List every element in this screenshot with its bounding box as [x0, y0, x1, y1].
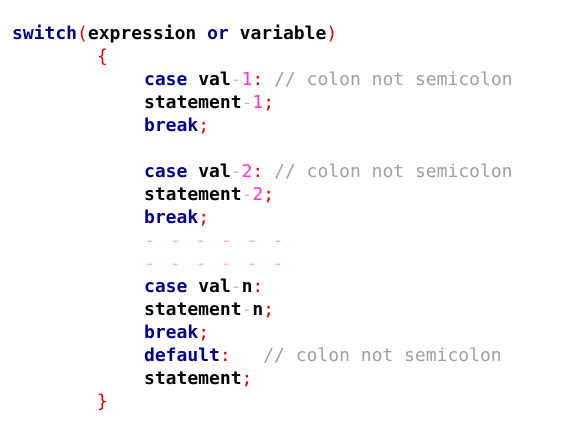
case-n-line: case val-n: [144, 275, 263, 298]
case-keyword: case [144, 69, 188, 90]
statement-word: statement [144, 184, 242, 205]
case-value: val [198, 69, 231, 90]
statement-number: 2 [252, 184, 264, 205]
case-comment: // colon not semicolon [274, 69, 513, 90]
case-number: 2 [241, 161, 253, 182]
expression-word: expression [87, 23, 197, 44]
dash-row: - - - - - - [144, 230, 286, 251]
statement-dash: - [241, 299, 253, 320]
case-2-line: case val-2: // colon not semicolon [144, 160, 513, 183]
statement-n-line: statement-n; [144, 298, 274, 321]
statement-word: statement [144, 92, 242, 113]
case-number: 1 [241, 69, 253, 90]
break-n-line: break; [144, 321, 209, 344]
case-colon: : [252, 276, 264, 297]
break-keyword: break [144, 115, 199, 136]
case-keyword: case [144, 161, 188, 182]
default-line: default: // colon not semicolon [144, 344, 502, 367]
case-n: n [241, 276, 253, 297]
case-dash: - [230, 69, 242, 90]
default-statement-line: statement; [144, 367, 252, 390]
open-brace-line: { [97, 45, 108, 68]
close-paren: ) [326, 23, 338, 44]
case-comment: // colon not semicolon [274, 161, 513, 182]
statement-1-line: statement-1; [144, 91, 274, 114]
case-colon: : [252, 69, 264, 90]
statement-semicolon: ; [263, 92, 275, 113]
open-paren: ( [77, 23, 88, 44]
open-brace: { [97, 46, 108, 67]
statement-semicolon: ; [263, 184, 275, 205]
or-keyword: or [207, 23, 229, 44]
code-block: switch(expression or variable) { case va… [0, 0, 583, 430]
statement-dash: - [241, 184, 253, 205]
break-2-line: break; [144, 206, 209, 229]
case-1-line: case val-1: // colon not semicolon [144, 68, 513, 91]
switch-keyword: switch [12, 23, 78, 44]
case-keyword: case [144, 276, 188, 297]
variable-word: variable [239, 23, 327, 44]
case-colon: : [252, 161, 264, 182]
statement-n: n [252, 299, 264, 320]
statement-semicolon: ; [241, 368, 253, 389]
statement-2-line: statement-2; [144, 183, 274, 206]
case-dash: - [230, 161, 242, 182]
break-keyword: break [144, 207, 199, 228]
statement-semicolon: ; [263, 299, 275, 320]
break-semicolon: ; [198, 115, 210, 136]
case-dash: - [230, 276, 242, 297]
default-keyword: default [144, 345, 220, 366]
close-brace: } [97, 391, 108, 412]
statement-word: statement [144, 368, 242, 389]
ellipsis-dashes-2: - - - - - - [144, 252, 285, 275]
break-semicolon: ; [198, 322, 210, 343]
default-comment: // colon not semicolon [263, 345, 502, 366]
dash-row: - - - - - - [144, 253, 286, 274]
break-keyword: break [144, 322, 199, 343]
default-colon: : [219, 345, 231, 366]
close-brace-line: } [97, 390, 108, 413]
break-semicolon: ; [198, 207, 210, 228]
statement-number: 1 [252, 92, 264, 113]
statement-dash: - [241, 92, 253, 113]
ellipsis-dashes-1: - - - - - - [144, 229, 285, 252]
switch-line: switch(expression or variable) [12, 22, 337, 45]
case-value: val [198, 161, 231, 182]
statement-word: statement [144, 299, 242, 320]
case-value: val [198, 276, 231, 297]
break-1-line: break; [144, 114, 209, 137]
